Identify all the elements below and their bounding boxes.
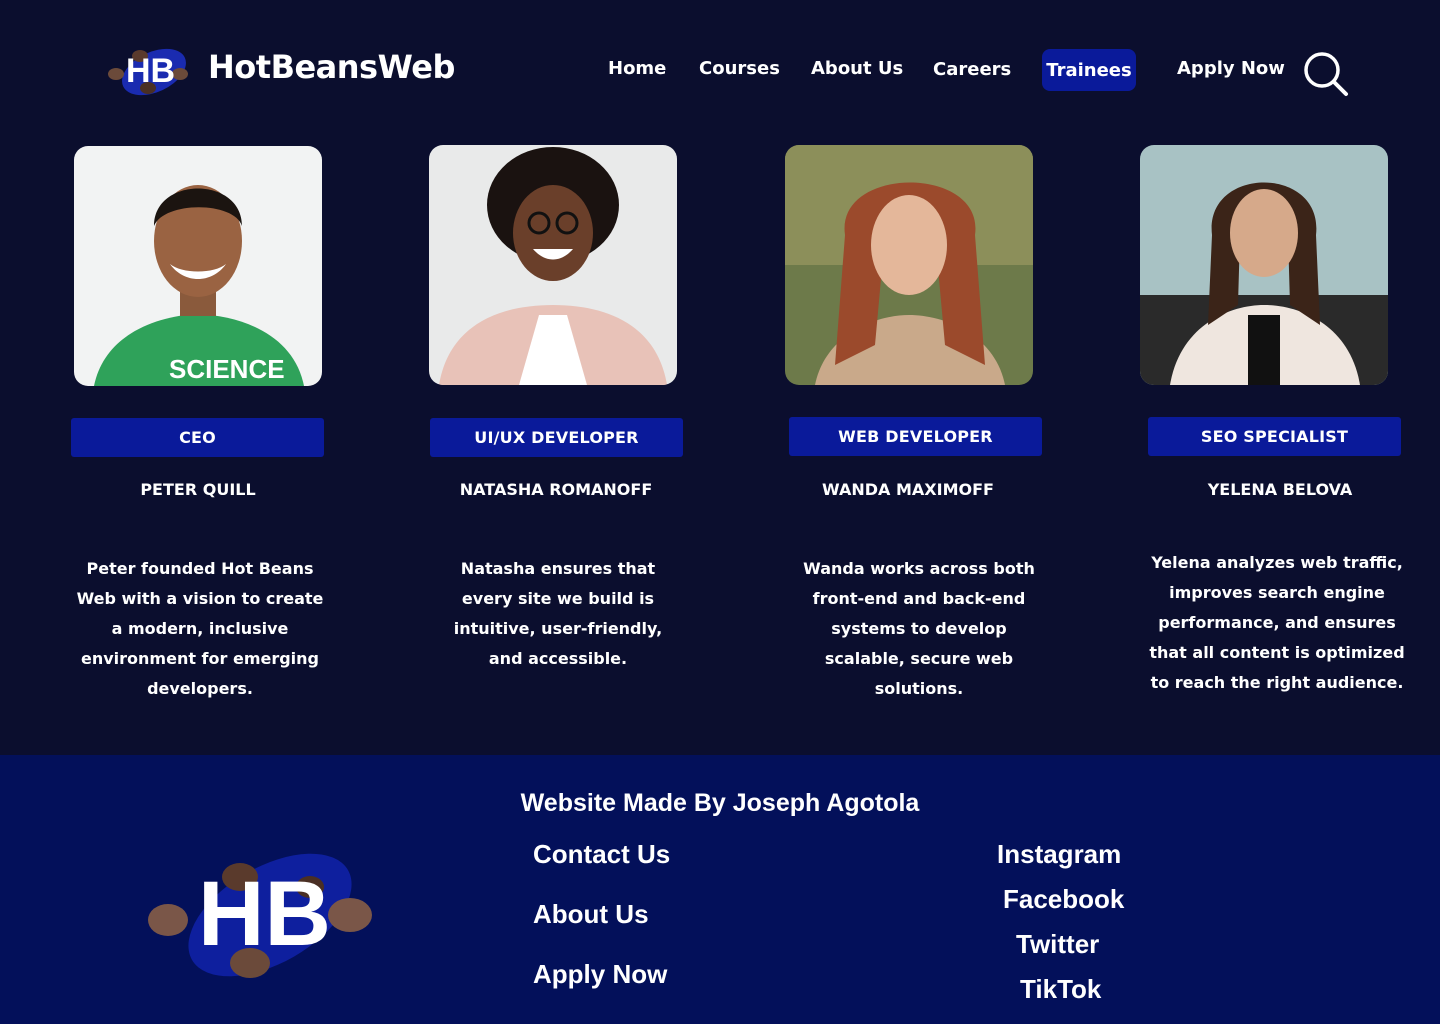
- svg-text:HB: HB: [126, 52, 175, 90]
- site-footer: Website Made By Joseph Agotola HB Contac…: [0, 755, 1440, 1024]
- footer-logo-icon[interactable]: HB: [140, 835, 380, 985]
- footer-link-contact-us[interactable]: Contact Us: [533, 839, 670, 870]
- nav-careers[interactable]: Careers: [933, 59, 1011, 80]
- member-bio: Wanda works across both front-end and ba…: [803, 559, 1035, 698]
- member-photo-wanda: [785, 145, 1033, 385]
- role-badge: UI/UX DEVELOPER: [430, 418, 683, 457]
- svg-text:SCIENCE: SCIENCE: [169, 354, 285, 384]
- footer-credit: Website Made By Joseph Agotola: [520, 789, 920, 817]
- member-name: YELENA BELOVA: [1207, 480, 1353, 499]
- member-photo-natasha: [429, 145, 677, 385]
- member-name: NATASHA ROMANOFF: [459, 480, 653, 499]
- member-photo-yelena: [1140, 145, 1388, 385]
- svg-text:HB: HB: [198, 863, 331, 965]
- hotbeans-logo-icon[interactable]: HB: [104, 38, 196, 100]
- social-link-instagram[interactable]: Instagram: [997, 839, 1121, 870]
- footer-link-about-us[interactable]: About Us: [533, 899, 649, 930]
- brand-name[interactable]: HotBeansWeb: [208, 48, 455, 86]
- site-header: HB HotBeansWeb Home Courses About Us Car…: [0, 0, 1440, 130]
- member-name: PETER QUILL: [140, 480, 256, 499]
- member-photo-peter: SCIENCE: [74, 146, 322, 386]
- role-badge: CEO: [71, 418, 324, 457]
- role-badge: WEB DEVELOPER: [789, 417, 1042, 456]
- nav-apply-now[interactable]: Apply Now: [1177, 58, 1285, 79]
- member-bio: Peter founded Hot Beans Web with a visio…: [76, 559, 324, 698]
- nav-courses[interactable]: Courses: [699, 58, 780, 79]
- member-bio: Yelena analyzes web traffic, improves se…: [1149, 553, 1405, 692]
- member-bio: Natasha ensures that every site we build…: [453, 559, 663, 668]
- role-badge: SEO SPECIALIST: [1148, 417, 1401, 456]
- nav-trainees[interactable]: Trainees: [1042, 49, 1136, 91]
- social-link-tiktok[interactable]: TikTok: [1020, 974, 1101, 1005]
- search-icon[interactable]: [1303, 50, 1349, 98]
- social-link-twitter[interactable]: Twitter: [1016, 929, 1099, 960]
- nav-about-us[interactable]: About Us: [811, 58, 903, 79]
- member-name: WANDA MAXIMOFF: [822, 480, 994, 499]
- nav-home[interactable]: Home: [608, 58, 666, 79]
- social-link-facebook[interactable]: Facebook: [1003, 884, 1124, 915]
- footer-link-apply-now[interactable]: Apply Now: [533, 959, 667, 990]
